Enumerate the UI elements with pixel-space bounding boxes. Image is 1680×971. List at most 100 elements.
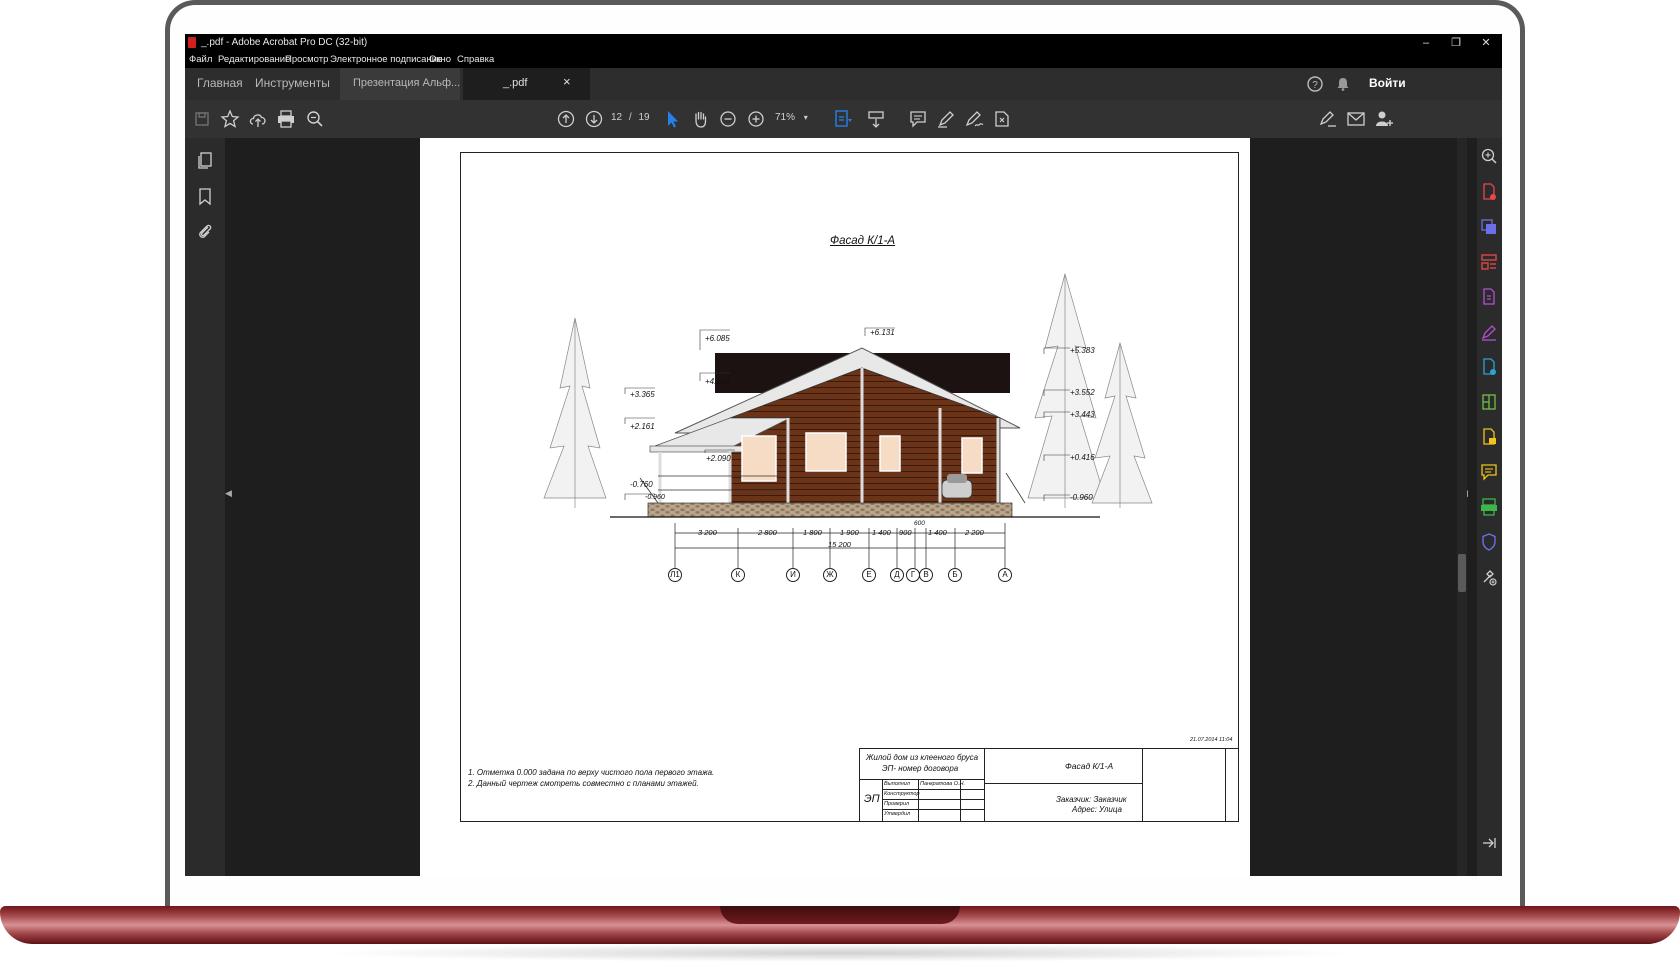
project-name: Жилой дом из клееного бруса bbox=[866, 753, 979, 762]
collapse-left-pane-icon[interactable]: ◀ bbox=[225, 488, 233, 498]
page-thumbnails-icon[interactable] bbox=[195, 150, 215, 170]
menu-view[interactable]: Просмотр bbox=[285, 54, 328, 65]
previous-page-icon[interactable] bbox=[555, 108, 577, 130]
tab-tools[interactable]: Инструменты bbox=[255, 76, 330, 90]
vertical-scrollbar[interactable] bbox=[1457, 138, 1467, 876]
collapse-tools-pane-icon[interactable] bbox=[1479, 833, 1499, 853]
search-zoom-icon[interactable] bbox=[304, 108, 326, 130]
dimension-label: 3 200 bbox=[698, 528, 717, 537]
comment-icon[interactable] bbox=[907, 108, 929, 130]
executor-name: Панкратова О.Н. bbox=[920, 781, 966, 787]
zoom-out-icon[interactable] bbox=[717, 108, 739, 130]
share-user-icon[interactable] bbox=[1373, 108, 1395, 130]
next-page-icon[interactable] bbox=[583, 108, 605, 130]
tab-document-pdf[interactable]: _.pdf × bbox=[463, 68, 590, 100]
tab-home[interactable]: Главная bbox=[197, 76, 243, 90]
laptop-shadow bbox=[320, 944, 1360, 962]
bell-icon[interactable] bbox=[1335, 76, 1351, 92]
menu-file[interactable]: Файл bbox=[189, 54, 212, 65]
protect-shield-icon[interactable] bbox=[1479, 532, 1499, 552]
drawing-note: 1. Отметка 0.000 задана по верху чистого… bbox=[468, 768, 715, 777]
edit-pdf-icon[interactable] bbox=[1479, 392, 1499, 412]
highlight-pen-icon[interactable] bbox=[935, 108, 957, 130]
zoom-level-select[interactable]: 71% ▾ bbox=[775, 112, 817, 126]
main-toolbar: 12 / 19 71% ▾ bbox=[185, 100, 1502, 138]
project-contract: ЭП- номер договора bbox=[882, 764, 959, 773]
link-edit-icon[interactable] bbox=[1317, 108, 1339, 130]
hand-tool-icon[interactable] bbox=[689, 108, 711, 130]
axis-row: Л1 К И Ж Е Д Г В Б А bbox=[668, 568, 1012, 584]
tab-document-presentation[interactable]: Презентация Альф... bbox=[340, 68, 460, 100]
organize-pages-icon[interactable] bbox=[1479, 252, 1499, 272]
send-for-review-icon[interactable] bbox=[1479, 427, 1499, 447]
scan-ocr-icon[interactable] bbox=[1479, 497, 1499, 517]
level-label: +3.552 bbox=[1070, 388, 1095, 397]
fit-page-icon[interactable] bbox=[831, 108, 853, 130]
menu-bar: Файл Редактирование Просмотр Электронное… bbox=[185, 52, 1502, 68]
menu-edit[interactable]: Редактирование bbox=[218, 54, 290, 65]
paperclip-icon[interactable] bbox=[195, 222, 215, 242]
current-page-input[interactable]: 12 bbox=[611, 112, 622, 123]
level-label: +3.443 bbox=[1070, 410, 1095, 419]
dimension-label: 1 400 bbox=[872, 528, 891, 537]
menu-help[interactable]: Справка bbox=[457, 54, 494, 65]
sign-icon[interactable] bbox=[963, 108, 985, 130]
address-field: Адрес: Улица bbox=[1072, 805, 1122, 814]
pdf-page: Фасад К/1-А +6.085 +4.260 +3.365 +2.161 … bbox=[420, 138, 1250, 876]
ridge-level-label: +6.131 bbox=[870, 328, 895, 337]
level-label: -0.760 bbox=[630, 480, 653, 489]
level-label: +0.416 bbox=[1070, 453, 1095, 462]
menu-window[interactable]: Окно bbox=[429, 54, 451, 65]
more-tools-icon[interactable] bbox=[1479, 567, 1499, 587]
create-pdf-icon[interactable] bbox=[1479, 182, 1499, 202]
axis-bubble: Л1 bbox=[668, 568, 682, 582]
svg-text:?: ? bbox=[1312, 80, 1318, 91]
zoom-level-value: 71% bbox=[775, 112, 796, 123]
print-icon[interactable] bbox=[275, 108, 297, 130]
level-label: +2.161 bbox=[630, 422, 655, 431]
level-label: -0.960 bbox=[645, 494, 665, 501]
save-icon[interactable] bbox=[191, 108, 213, 130]
acrobat-window: _.pdf - Adobe Acrobat Pro DC (32-bit) – … bbox=[185, 34, 1502, 876]
zoom-in-icon[interactable] bbox=[745, 108, 767, 130]
request-signature-icon[interactable] bbox=[1479, 357, 1499, 377]
level-label: +2.090 bbox=[706, 454, 731, 463]
select-arrow-icon[interactable] bbox=[661, 108, 683, 130]
left-navigation-pane bbox=[185, 138, 225, 876]
foundation bbox=[647, 502, 1013, 518]
comment-tool-icon[interactable] bbox=[1479, 462, 1499, 482]
role-label: Конструктор bbox=[884, 791, 920, 797]
minimize-button[interactable]: – bbox=[1411, 35, 1441, 51]
star-icon[interactable] bbox=[219, 108, 241, 130]
stage-code: ЭП bbox=[864, 793, 880, 805]
scroll-mode-icon[interactable] bbox=[865, 108, 887, 130]
window-title: _.pdf - Adobe Acrobat Pro DC (32-bit) bbox=[201, 37, 368, 48]
help-icon[interactable]: ? bbox=[1307, 76, 1323, 92]
menu-esign[interactable]: Электронное подписание bbox=[330, 54, 442, 65]
zoom-tool-icon[interactable] bbox=[1479, 146, 1499, 166]
stamp-icon[interactable] bbox=[991, 108, 1013, 130]
restore-button[interactable]: ❐ bbox=[1441, 35, 1471, 51]
sheet-title: Фасад К/1-А bbox=[1065, 761, 1114, 771]
fill-sign-icon[interactable] bbox=[1479, 322, 1499, 342]
email-icon[interactable] bbox=[1345, 108, 1367, 130]
export-pdf-icon[interactable] bbox=[1479, 287, 1499, 307]
laptop-notch bbox=[720, 906, 960, 924]
role-label: Утвердил bbox=[884, 811, 911, 817]
level-label: +5.383 bbox=[1070, 346, 1095, 355]
scrollbar-thumb[interactable] bbox=[1458, 554, 1466, 592]
combine-files-icon[interactable] bbox=[1479, 217, 1499, 237]
print-timestamp: 21.07.2014 11:04 bbox=[1190, 737, 1233, 743]
role-label: Выполнил bbox=[884, 781, 910, 787]
acrobat-app-icon bbox=[188, 37, 196, 48]
close-window-button[interactable]: ✕ bbox=[1471, 35, 1501, 51]
axis-bubble: Г bbox=[906, 568, 920, 582]
sign-in-button[interactable]: Войти bbox=[1369, 76, 1406, 90]
axis-bubble: К bbox=[731, 568, 745, 582]
cloud-upload-icon[interactable] bbox=[247, 108, 269, 130]
axis-bubble: А bbox=[998, 568, 1012, 582]
tab-close-button[interactable]: × bbox=[563, 74, 571, 89]
dimension-label: 1 800 bbox=[803, 528, 822, 537]
level-label: +4.260 bbox=[705, 377, 730, 386]
bookmark-icon[interactable] bbox=[195, 186, 215, 206]
